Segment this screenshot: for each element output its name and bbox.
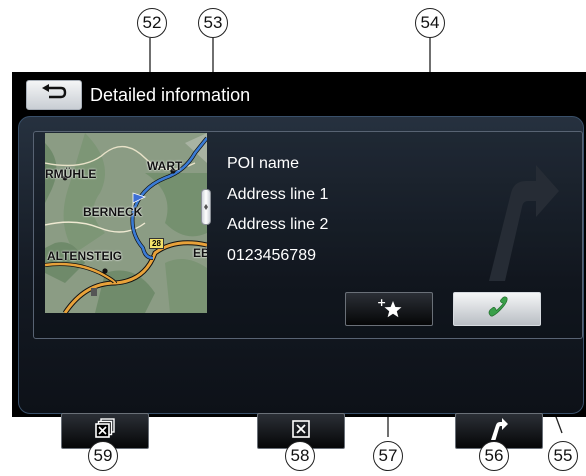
title-bar: Detailed information [12,72,586,116]
map-label: ALTENSTEIG [47,249,123,263]
map-resize-handle[interactable] [201,189,211,225]
back-button[interactable] [26,80,82,110]
add-to-favorites-button[interactable]: + [345,292,433,326]
map-label: BERNECK [83,205,143,219]
callout-53: 53 [198,8,228,38]
callout-54: 54 [415,8,445,38]
callout-57: 57 [373,441,403,471]
call-button[interactable] [453,292,541,326]
detail-panel: RMÜHLE WART BERNECK ALTENSTEIG EB 28 POI… [18,116,584,449]
map-label: WART [147,159,183,173]
callout-55: 55 [548,441,578,471]
poi-name: POI name [227,155,300,172]
map-preview[interactable]: RMÜHLE WART BERNECK ALTENSTEIG EB 28 [45,133,207,313]
poi-address-line-2: Address line 2 [227,216,329,233]
device-screen: Detailed information RMÜHLE WART BERNECK… [12,72,586,449]
map-label: RMÜHLE [45,167,97,181]
poi-address-line-1: Address line 1 [227,186,329,203]
callout-56: 56 [479,441,509,471]
return-arrow-icon [39,83,69,107]
callout-52: 52 [137,8,167,38]
phone-handset-icon [486,296,508,323]
map-label: EB [193,246,207,260]
page-title: Detailed information [90,85,251,105]
poi-phone: 0123456789 [227,247,316,264]
callout-58: 58 [285,441,315,471]
road-number-shield: 28 [149,238,164,249]
callout-59: 59 [88,441,118,471]
svg-text:+: + [377,296,386,309]
add-favorite-star-icon: + [374,295,404,324]
close-icon [291,419,311,444]
